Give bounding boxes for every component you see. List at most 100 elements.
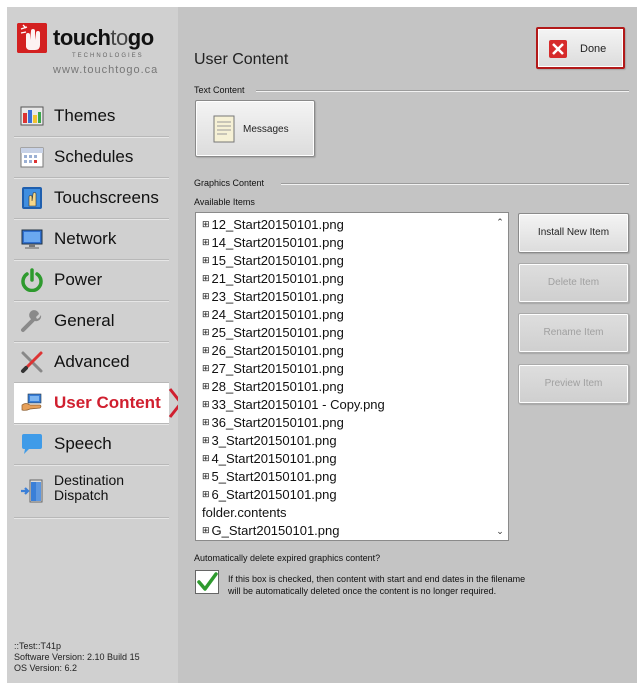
sidebar-item-network[interactable]: Network [14, 219, 169, 260]
wrench-icon [20, 309, 44, 333]
text-content-divider [256, 90, 629, 92]
delete-item-button[interactable]: Delete Item [518, 263, 629, 303]
tools-icon [20, 350, 44, 374]
brand-tagline: TECHNOLOGIES [72, 53, 144, 59]
sidebar-item-general[interactable]: General [14, 301, 169, 342]
expand-icon: ⊞ [202, 363, 210, 373]
auto-delete-note-line: will be automatically deleted once the c… [228, 586, 497, 596]
list-item[interactable]: ⊞ 4_Start20150101.png [202, 451, 337, 469]
themes-icon [20, 104, 44, 128]
expand-icon: ⊞ [202, 435, 210, 445]
sidebar-item-label: General [54, 311, 115, 330]
graphics-content-divider [281, 183, 629, 185]
list-item[interactable]: ⊞ 14_Start20150101.png [202, 235, 344, 253]
list-item[interactable]: ⊞ 23_Start20150101.png [202, 289, 344, 307]
available-items-label: Available Items [194, 197, 255, 207]
list-item[interactable]: ⊞ 5_Start20150101.png [202, 469, 337, 487]
expand-icon: ⊞ [202, 417, 210, 427]
sidebar-item-touchscreens[interactable]: Touchscreens [14, 178, 169, 219]
sidebar-item-label: Network [54, 229, 117, 248]
expand-icon: ⊞ [202, 273, 210, 283]
text-content-label: Text Content [194, 85, 245, 95]
sidebar-item-advanced[interactable]: Advanced [14, 342, 169, 383]
speech-bubble-icon [20, 432, 44, 456]
version-line: Software Version: 2.10 Build 15 [14, 652, 140, 662]
list-item[interactable]: ⊞ 36_Start20150101.png [202, 415, 344, 433]
document-icon [213, 115, 235, 143]
main-panel: User Content Done Text Content Messages … [178, 7, 637, 683]
expand-icon: ⊞ [202, 255, 210, 265]
user-content-icon [20, 391, 44, 415]
expand-icon: ⊞ [202, 399, 210, 409]
expand-icon: ⊞ [202, 471, 210, 481]
version-line: OS Version: 6.2 [14, 663, 78, 673]
list-item[interactable]: ⊞ 26_Start20150101.png [202, 343, 344, 361]
preview-item-button[interactable]: Preview Item [518, 364, 629, 404]
sidebar-item-user-content[interactable]: User Content [14, 383, 183, 424]
expand-icon: ⊞ [202, 237, 210, 247]
available-items-list[interactable]: ⊞ 12_Start20150101.png ⊞ 14_Start20150101.… [195, 212, 509, 541]
auto-delete-label: Automatically delete expired graphics co… [194, 553, 381, 563]
expand-icon: ⊞ [202, 453, 210, 463]
brand-logo: touchtogo TECHNOLOGIES www.touchtogo.ca [17, 23, 177, 83]
list-item[interactable]: ⊞ 27_Start20150101.png [202, 361, 344, 379]
version-line: ::Test::T41p [14, 641, 62, 651]
expand-icon: ⊞ [202, 291, 210, 301]
list-item[interactable]: ⊞ 15_Start20150101.png [202, 253, 344, 271]
close-icon [549, 40, 567, 58]
scroll-up-icon[interactable]: ⌃ [494, 217, 506, 229]
expand-icon: ⊞ [202, 309, 210, 319]
scroll-down-icon[interactable]: ⌄ [494, 526, 506, 538]
done-label: Done [580, 43, 607, 55]
sidebar-item-power[interactable]: Power [14, 260, 169, 301]
messages-label: Messages [243, 124, 289, 135]
list-item[interactable]: ⊞ 21_Start20150101.png [202, 271, 344, 289]
sidebar-item-label: Schedules [54, 147, 134, 166]
list-item[interactable]: ⊞ 12_Start20150101.png [202, 217, 344, 235]
messages-button[interactable]: Messages [195, 100, 315, 157]
done-button[interactable]: Done [536, 27, 625, 69]
sidebar-nav: Themes Schedules Touchscreens Network Po… [14, 96, 183, 518]
sidebar-item-speech[interactable]: Speech [14, 424, 169, 465]
sidebar-item-label: Speech [54, 434, 112, 453]
auto-delete-note: If this box is checked, then content wit… [228, 573, 628, 597]
sidebar-item-label: Advanced [54, 352, 130, 371]
list-item[interactable]: ⊞ G_Start20150101.png [202, 523, 339, 541]
auto-delete-checkbox[interactable] [195, 570, 219, 594]
list-item[interactable]: ⊞ 33_Start20150101 - Copy.png [202, 397, 385, 415]
sidebar-item-themes[interactable]: Themes [14, 96, 169, 137]
touchscreen-icon [20, 186, 44, 210]
brand-name: touchtogo [53, 25, 154, 50]
expand-icon: ⊞ [202, 525, 210, 535]
sidebar-item-label: User Content [54, 393, 161, 412]
expand-icon: ⊞ [202, 327, 210, 337]
monitor-icon [20, 227, 44, 251]
sidebar-item-destination-dispatch[interactable]: Destination Dispatch [14, 465, 169, 518]
list-item[interactable]: ⊞ 6_Start20150101.png [202, 487, 337, 505]
sidebar-item-label: Touchscreens [54, 188, 159, 207]
calendar-icon [20, 145, 44, 169]
expand-icon: ⊞ [202, 489, 210, 499]
expand-icon: ⊞ [202, 345, 210, 355]
checkmark-icon [197, 572, 218, 591]
expand-icon: ⊞ [202, 219, 210, 229]
sidebar: touchtogo TECHNOLOGIES www.touchtogo.ca … [7, 7, 183, 683]
app-window: touchtogo TECHNOLOGIES www.touchtogo.ca … [0, 0, 637, 683]
power-icon [20, 268, 44, 293]
version-info: ::Test::T41p Software Version: 2.10 Buil… [14, 641, 140, 674]
install-new-item-button[interactable]: Install New Item [518, 213, 629, 253]
list-item[interactable]: ⊞ 3_Start20150101.png [202, 433, 337, 451]
rename-item-button[interactable]: Rename Item [518, 313, 629, 353]
graphics-content-label: Graphics Content [194, 178, 265, 188]
expand-icon: ⊞ [202, 381, 210, 391]
sidebar-item-label: Power [54, 270, 103, 289]
touchtogo-logo-icon [17, 23, 47, 53]
sidebar-item-schedules[interactable]: Schedules [14, 137, 169, 178]
list-item[interactable]: ⊞ 28_Start20150101.png [202, 379, 344, 397]
list-item[interactable]: ⊞ 24_Start20150101.png [202, 307, 344, 325]
list-item[interactable]: folder.contents [202, 505, 287, 523]
brand-url: www.touchtogo.ca [53, 64, 159, 76]
list-item[interactable]: ⊞ 25_Start20150101.png [202, 325, 344, 343]
elevator-icon [20, 479, 44, 503]
sidebar-item-label: Themes [54, 106, 116, 125]
